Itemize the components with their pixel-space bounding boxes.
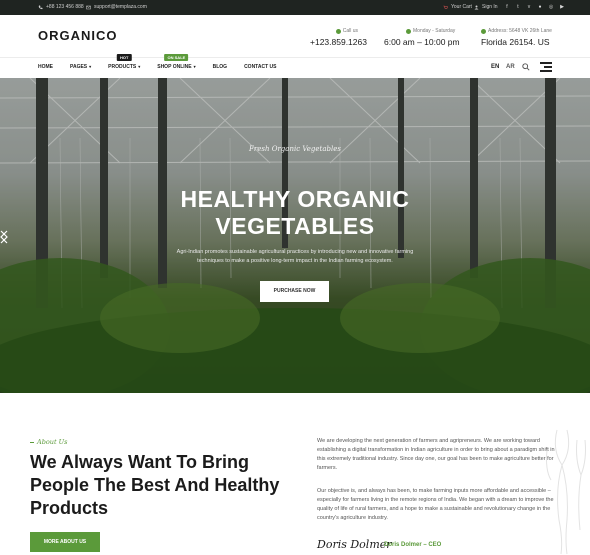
hamburger-menu-icon[interactable]	[540, 62, 552, 72]
header-divider	[0, 57, 590, 58]
call-value[interactable]: +123.859.1263	[310, 37, 367, 47]
call-label: Call us	[342, 28, 358, 34]
signin-link[interactable]: Sign In	[474, 4, 498, 10]
facebook-icon[interactable]: f	[504, 4, 510, 10]
hero-slider: Fresh Organic Vegetables HEALTHY ORGANIC…	[0, 78, 590, 393]
header-time-info: Monday - Saturday 6:00 am – 10:00 pm	[384, 28, 460, 47]
topbar-email-text: support@templaza.com	[94, 4, 147, 10]
nav-blog[interactable]: BLOG	[213, 64, 227, 70]
main-nav: HOME PAGES ▾ HOT PRODUCTS ▾ ON SALE SHOP ONL…	[38, 54, 293, 70]
instagram-icon[interactable]: ◎	[548, 4, 554, 10]
top-bar: +88 123 456 888 support@templaza.com You…	[0, 0, 590, 15]
lang-en[interactable]: EN	[491, 64, 499, 70]
nav-products[interactable]: HOT PRODUCTS ▾	[108, 54, 141, 70]
cart-label: Your Cart	[451, 4, 472, 10]
vimeo-icon[interactable]: v	[526, 4, 532, 10]
clock-icon	[406, 28, 411, 34]
purchase-now-button[interactable]: PURCHASE NOW	[260, 281, 329, 302]
github-icon[interactable]: ●	[537, 4, 543, 10]
chevron-down-icon: ▾	[89, 64, 92, 69]
about-paragraph-2: Our objective is, and always has been, t…	[317, 488, 554, 521]
slider-next-icon[interactable]	[0, 230, 8, 244]
cart-link[interactable]: Your Cart	[443, 4, 472, 10]
mail-icon	[86, 5, 91, 9]
building-icon	[481, 28, 486, 34]
hero-description: Agri-Indian promotes sustainable agricul…	[176, 249, 414, 264]
nav-pages[interactable]: PAGES ▾	[70, 64, 91, 70]
phone-icon	[38, 5, 43, 9]
hero-title: HEALTHY ORGANIC VEGETABLES	[180, 186, 410, 239]
signin-label: Sign In	[482, 4, 498, 10]
topbar-phone[interactable]: +88 123 456 888	[38, 4, 84, 10]
site-logo[interactable]: ORGANICO	[38, 28, 118, 43]
nav-home[interactable]: HOME	[38, 64, 53, 70]
time-label: Monday - Saturday	[413, 28, 456, 34]
phone-icon	[335, 28, 341, 34]
twitter-icon[interactable]: t	[515, 4, 521, 10]
header-address-info: Address: 5648 VK 26th Lane Florida 26154…	[481, 28, 552, 47]
lang-ar[interactable]: AR	[506, 64, 515, 70]
vegetable-sketch-icon	[546, 429, 586, 555]
cart-icon	[443, 5, 448, 9]
hot-badge: HOT	[116, 54, 132, 61]
chevron-down-icon: ▾	[193, 64, 196, 69]
social-links: f t v ● ◎ ▶	[504, 4, 565, 10]
nav-contact-us[interactable]: CONTACT US	[244, 64, 276, 70]
hero-subtitle: Fresh Organic Vegetables	[249, 145, 341, 153]
about-paragraph-1: We are developing the next generation of…	[317, 438, 555, 471]
header-call-info: Call us +123.859.1263	[310, 28, 367, 47]
more-about-us-button[interactable]: MORE ABOUT US	[30, 532, 100, 552]
topbar-phone-text: +88 123 456 888	[46, 4, 84, 10]
chevron-down-icon: ▾	[138, 64, 141, 69]
time-value: 6:00 am – 10:00 pm	[384, 37, 460, 47]
search-icon[interactable]	[522, 63, 530, 71]
about-title: We Always Want To Bring People The Best …	[30, 452, 280, 518]
user-icon	[474, 5, 479, 9]
signer-name: Doris Dolmer – CEO	[384, 542, 442, 548]
topbar-email[interactable]: support@templaza.com	[86, 4, 147, 10]
youtube-icon[interactable]: ▶	[559, 4, 565, 10]
on-sale-badge: ON SALE	[164, 54, 189, 61]
address-value: Florida 26154. US	[481, 37, 550, 47]
address-label: Address: 5648 VK 26th Lane	[488, 28, 552, 34]
nav-shop-online[interactable]: ON SALE SHOP ONLINE ▾	[157, 54, 196, 70]
about-tag: About Us	[30, 438, 67, 446]
signature: Doris Dolmer	[317, 538, 392, 551]
